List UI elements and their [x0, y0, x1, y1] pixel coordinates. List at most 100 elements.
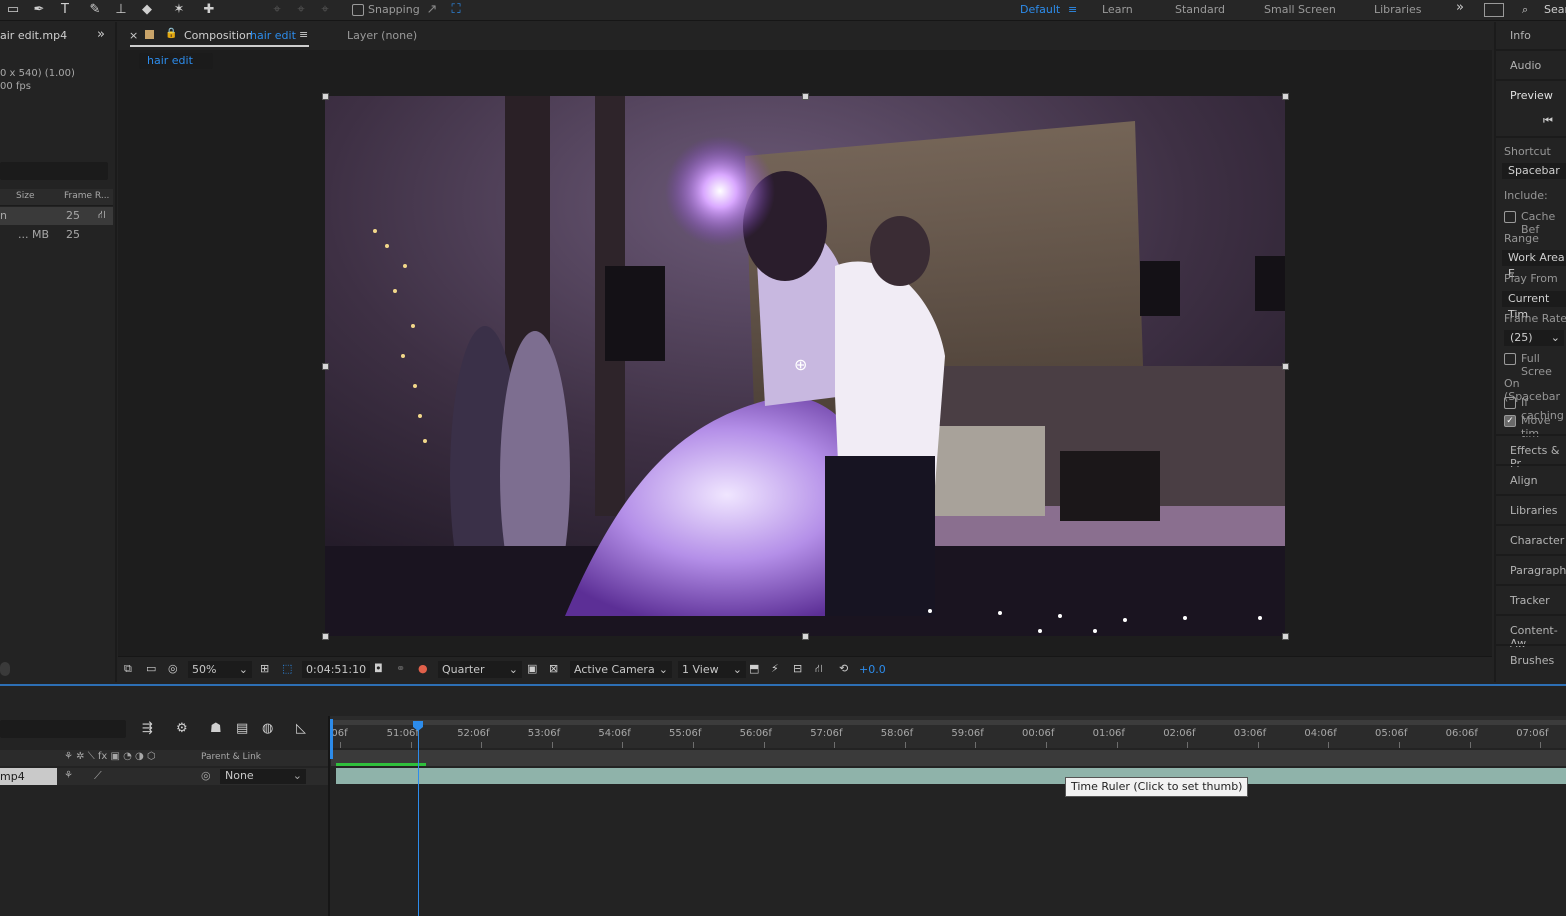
layer-row[interactable]: mp4 ⚘ ⟋ ◎ None ⌄	[0, 768, 328, 785]
workspace-standard[interactable]: Standard	[1175, 3, 1225, 16]
quality-switch-icon[interactable]: ⟋	[94, 769, 102, 783]
pen-tool-icon[interactable]: ✒	[30, 1, 48, 18]
show-snapshot-icon[interactable]: ⚭	[396, 662, 405, 675]
work-area-bar[interactable]	[333, 720, 1566, 725]
eraser-tool-icon[interactable]: ◆	[138, 1, 156, 18]
always-preview-icon[interactable]: ⧉	[124, 662, 132, 676]
range-dropdown[interactable]: Work Area E	[1502, 250, 1566, 280]
fast-draft-icon[interactable]: ⚡	[771, 662, 779, 675]
shy-layers-icon[interactable]: ☗	[210, 721, 222, 736]
comp-tab-menu-icon[interactable]: ≡	[299, 28, 308, 41]
safe-zones-icon[interactable]: ⊞	[260, 662, 269, 675]
pickwhip-icon[interactable]: ◎	[201, 769, 211, 782]
workspace-menu-icon[interactable]: ≡	[1068, 3, 1077, 16]
column-size[interactable]: Size	[16, 191, 34, 201]
reset-exposure-icon[interactable]: ⟲	[839, 662, 848, 675]
transform-handle[interactable]	[802, 93, 809, 100]
anchor-point-icon[interactable]: ⊕	[794, 355, 807, 374]
column-frame-rate[interactable]: Frame R...	[64, 191, 109, 201]
timeline-icon[interactable]: ⊟	[793, 662, 802, 675]
panel-content-aware[interactable]: Content-Aw	[1510, 624, 1566, 650]
current-time-field[interactable]: 0:04:51:10	[302, 661, 370, 678]
comp-tab-name[interactable]: hair edit	[250, 29, 296, 42]
exposure-value[interactable]: +0.0	[859, 663, 886, 676]
panel-character[interactable]: Character	[1510, 534, 1564, 547]
parent-dropdown[interactable]: None ⌄	[220, 769, 306, 784]
fast-previews-icon[interactable]: ▣	[527, 662, 537, 675]
panel-paragraph[interactable]: Paragraph	[1510, 564, 1566, 577]
transform-handle[interactable]	[1282, 363, 1289, 370]
project-row[interactable]: ... MB 25	[0, 226, 113, 244]
lock-icon[interactable]: 🔒	[165, 28, 177, 39]
roto-brush-tool-icon[interactable]: ✶	[170, 1, 188, 18]
snapping-checkbox[interactable]	[352, 4, 364, 16]
type-tool-icon[interactable]: T	[56, 1, 74, 18]
graph-editor-icon[interactable]: ◺	[296, 721, 306, 736]
workspace-learn[interactable]: Learn	[1102, 3, 1133, 16]
monitor-icon[interactable]: ▭	[146, 662, 156, 675]
snapshot-icon[interactable]: ◘	[374, 662, 383, 675]
project-row[interactable]: n 25 ⛙	[0, 207, 113, 225]
layer-name-cell[interactable]: mp4	[0, 768, 57, 785]
workspace-libraries[interactable]: Libraries	[1374, 3, 1422, 16]
work-area-start-handle[interactable]	[330, 719, 333, 759]
transform-handle[interactable]	[322, 633, 329, 640]
panel-preview[interactable]: Preview	[1510, 89, 1553, 102]
comp-breadcrumb[interactable]: hair edit	[139, 53, 213, 69]
if-caching-checkbox[interactable]	[1504, 397, 1516, 409]
transform-handle[interactable]	[1282, 633, 1289, 640]
draft-3d-icon[interactable]: ⚙	[176, 721, 188, 736]
play-from-dropdown[interactable]: Current Tim	[1502, 291, 1566, 321]
shortcut-dropdown[interactable]: Spacebar	[1502, 163, 1566, 179]
close-tab-icon[interactable]: ×	[129, 29, 138, 42]
panel-brushes[interactable]: Brushes	[1510, 654, 1554, 667]
comp-mini-flowchart-icon[interactable]: ⇶	[142, 721, 153, 736]
collapse-icon[interactable]: ⚘	[64, 770, 73, 781]
workspace-small-screen[interactable]: Small Screen	[1264, 3, 1336, 16]
snap-edge-icon[interactable]: ↗	[423, 1, 441, 18]
views-dropdown[interactable]: 1 View ⌄	[678, 661, 746, 678]
flowchart-icon[interactable]: ⛙	[98, 208, 106, 223]
puppet-pin-tool-icon[interactable]: ✚	[200, 1, 218, 18]
search-help-label[interactable]: Sear	[1544, 3, 1566, 16]
cache-checkbox[interactable]	[1504, 211, 1516, 223]
timeline-search-input[interactable]	[0, 720, 126, 738]
panel-overflow-icon[interactable]: »	[97, 27, 105, 42]
panel-effects[interactable]: Effects & Pr	[1510, 444, 1566, 470]
panel-libraries[interactable]: Libraries	[1510, 504, 1558, 517]
camera-dropdown[interactable]: Active Camera ⌄	[570, 661, 672, 678]
frame-blending-icon[interactable]: ▤	[236, 721, 248, 736]
snap-feature-icon[interactable]: ⛶	[447, 1, 465, 18]
rectangle-tool-icon[interactable]: ▭	[4, 1, 22, 18]
full-screen-checkbox[interactable]	[1504, 353, 1516, 365]
panel-tracker[interactable]: Tracker	[1510, 594, 1550, 607]
workspace-overflow-icon[interactable]: »	[1456, 0, 1464, 15]
layer-tab[interactable]: Layer (none)	[347, 29, 417, 42]
transform-handle[interactable]	[802, 633, 809, 640]
transparency-grid-icon[interactable]: ⊠	[549, 662, 558, 675]
flowchart-icon[interactable]: ⛙	[815, 662, 823, 677]
transform-handle[interactable]	[322, 93, 329, 100]
panel-audio[interactable]: Audio	[1510, 59, 1541, 72]
workspace-layout-icon[interactable]	[1484, 3, 1504, 17]
move-time-checkbox[interactable]: ✓	[1504, 415, 1516, 427]
layer-duration-bar[interactable]	[336, 768, 1566, 784]
project-search-input[interactable]	[0, 162, 108, 180]
region-of-interest-icon[interactable]: ⬚	[282, 662, 292, 675]
motion-blur-icon[interactable]: ◍	[262, 721, 273, 736]
clone-stamp-tool-icon[interactable]: ⊥	[112, 1, 130, 18]
frame-rate-dropdown[interactable]: (25) ⌄	[1504, 330, 1564, 346]
playhead-line[interactable]	[418, 730, 419, 916]
mask-visibility-icon[interactable]: ◎	[168, 662, 178, 675]
transform-handle[interactable]	[1282, 93, 1289, 100]
project-scrollbar[interactable]	[0, 662, 10, 676]
workspace-default[interactable]: Default	[1020, 3, 1060, 16]
transform-handle[interactable]	[322, 363, 329, 370]
comp-tab-prefix[interactable]: Composition	[184, 29, 253, 42]
panel-align[interactable]: Align	[1510, 474, 1538, 487]
search-icon[interactable]: ⌕	[1522, 3, 1528, 17]
brush-tool-icon[interactable]: ✎	[86, 1, 104, 18]
channel-icon[interactable]: ●	[418, 662, 428, 675]
toggle-pixel-aspect-icon[interactable]: ⬒	[749, 662, 759, 675]
zoom-dropdown[interactable]: 50% ⌄	[188, 661, 252, 678]
